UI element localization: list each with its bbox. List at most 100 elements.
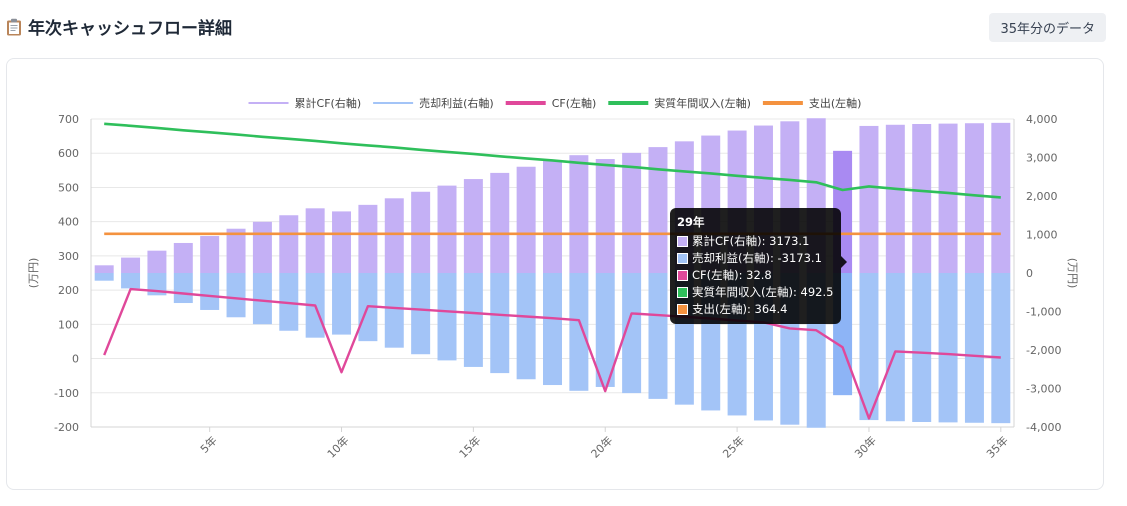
- bar-sale-profit: [94, 273, 114, 281]
- y-left-tick-label: 600: [58, 147, 79, 160]
- bar-cumulative-cf: [938, 123, 958, 274]
- y-right-tick-label: 2,000: [1026, 190, 1058, 203]
- bar-cumulative-cf: [121, 257, 141, 273]
- bar-cumulative-cf: [543, 160, 562, 273]
- bar-sale-profit: [938, 273, 958, 423]
- bar-cumulative-cf: [358, 204, 378, 273]
- tooltip-row: CF(左軸): 32.8: [677, 267, 833, 284]
- tooltip-row-text: 累計CF(右軸): 3173.1: [692, 234, 810, 248]
- bar-sale-profit: [912, 273, 932, 422]
- tooltip-row-text: 実質年間収入(左軸): 492.5: [692, 285, 834, 299]
- bar-cumulative-cf: [147, 250, 167, 273]
- bar-sale-profit: [226, 273, 246, 318]
- bar-sale-profit: [437, 273, 457, 361]
- bar-cumulative-cf: [648, 147, 668, 273]
- bar-sale-profit: [516, 273, 536, 380]
- y-left-axis-title: (万円): [27, 258, 40, 289]
- legend-expense-swatch: [762, 101, 803, 105]
- legend-sale-profit-swatch: [373, 102, 414, 104]
- bar-cumulative-cf: [437, 185, 457, 273]
- bar-sale-profit: [411, 273, 431, 355]
- y-right-tick-label: 3,000: [1026, 152, 1058, 165]
- y-left-tick-label: 0: [72, 353, 79, 366]
- bar-cumulative-cf: [516, 166, 536, 273]
- legend-income-label: 実質年間収入(左軸): [654, 96, 751, 110]
- bar-cumulative-cf: [595, 159, 615, 273]
- bar-sale-profit: [463, 273, 483, 367]
- bar-sale-profit: [569, 273, 589, 391]
- tooltip-swatch: [677, 287, 688, 298]
- tooltip-swatch: [677, 304, 688, 315]
- x-tick-label: 25年: [720, 433, 748, 461]
- bar-sale-profit: [252, 273, 272, 325]
- bar-cumulative-cf: [279, 215, 299, 273]
- bar-sale-profit: [384, 273, 404, 348]
- section-header: 年次キャッシュフロー詳細 35年分のデータ: [6, 10, 1106, 42]
- bar-cumulative-cf: [200, 236, 220, 273]
- y-right-tick-label: -3,000: [1026, 383, 1061, 396]
- x-tick-label: 30年: [852, 433, 880, 461]
- legend-cumulative-cf-label: 累計CF(右軸): [295, 96, 362, 110]
- bar-sale-profit: [490, 273, 510, 374]
- bar-sale-profit: [964, 273, 984, 423]
- bar-cumulative-cf: [569, 155, 589, 273]
- bar-cumulative-cf: [384, 198, 404, 273]
- y-left-tick-label: -200: [54, 421, 79, 434]
- bar-cumulative-cf: [885, 124, 905, 274]
- x-tick-label: 10年: [324, 433, 352, 461]
- y-left-tick-label: -100: [54, 387, 79, 400]
- bar-cumulative-cf: [622, 152, 642, 273]
- chart-card: 700 600 500 400 300 200 100 0 -100 -200 4,000 3,000…: [6, 58, 1104, 490]
- bar-cumulative-cf: [173, 242, 193, 273]
- y-right-axis-title: (万円): [1066, 258, 1079, 289]
- bar-cumulative-cf: [463, 179, 483, 273]
- bar-cumulative-cf: [94, 265, 114, 273]
- y-left-tick-label: 100: [58, 318, 79, 331]
- tooltip-row-text: 売却利益(右軸): -3173.1: [692, 251, 822, 265]
- bar-cumulative-cf: [252, 221, 272, 273]
- chart-tooltip: 29年 累計CF(右軸): 3173.1 売却利益(右軸): -3173.1 C…: [670, 208, 848, 324]
- legend-cf-label: CF(左軸): [552, 96, 597, 110]
- tooltip-row-text: CF(左軸): 32.8: [692, 268, 772, 282]
- bar-cumulative-cf: [964, 123, 984, 273]
- bar-sale-profit: [121, 273, 141, 289]
- clipboard-icon: [6, 18, 22, 36]
- data-count-badge: 35年分のデータ: [989, 13, 1106, 42]
- y-left-tick-label: 700: [58, 113, 79, 126]
- x-tick-label: 35年: [983, 433, 1011, 461]
- bar-sale-profit: [648, 273, 668, 399]
- legend-expense-label: 支出(左軸): [809, 96, 862, 110]
- y-left-tick-label: 300: [58, 250, 79, 263]
- bar-sale-profit: [173, 273, 193, 304]
- y-right-tick-label: 4,000: [1026, 113, 1058, 126]
- bar-sale-profit: [991, 273, 1011, 424]
- page-title: 年次キャッシュフロー詳細: [28, 19, 232, 39]
- legend-income-swatch: [608, 101, 649, 105]
- bar-cumulative-cf: [859, 125, 879, 274]
- bar-cumulative-cf: [305, 208, 325, 273]
- tooltip-swatch: [677, 253, 688, 264]
- y-left-tick-label: 400: [58, 216, 79, 229]
- tooltip-row: 累計CF(右軸): 3173.1: [677, 233, 833, 250]
- legend-cumulative-cf-swatch: [248, 102, 289, 104]
- bar-sale-profit: [332, 273, 352, 335]
- x-tick-label: 20年: [588, 433, 616, 461]
- tooltip-swatch: [677, 270, 688, 281]
- y-right-tick-label: -1,000: [1026, 306, 1061, 319]
- y-left-tick-label: 500: [58, 181, 79, 194]
- legend-sale-profit-label: 売却利益(右軸): [419, 96, 494, 110]
- x-tick-label: 5年: [197, 433, 220, 456]
- bar-cumulative-cf: [912, 124, 932, 273]
- y-right-tick-label: 0: [1026, 267, 1033, 280]
- cashflow-chart[interactable]: 700 600 500 400 300 200 100 0 -100 -200 4,000 3,000…: [7, 59, 1103, 489]
- x-tick-label: 15年: [456, 433, 484, 461]
- legend-cf-swatch: [505, 101, 546, 105]
- y-right-tick-label: -4,000: [1026, 421, 1061, 434]
- y-left-tick-label: 200: [58, 284, 79, 297]
- bar-cumulative-cf: [411, 191, 431, 273]
- y-right-tick-label: 1,000: [1026, 229, 1058, 242]
- tooltip-title: 29年: [677, 215, 705, 229]
- tooltip-swatch: [677, 236, 688, 247]
- bar-cumulative-cf: [332, 211, 352, 273]
- bar-cumulative-cf: [490, 172, 510, 273]
